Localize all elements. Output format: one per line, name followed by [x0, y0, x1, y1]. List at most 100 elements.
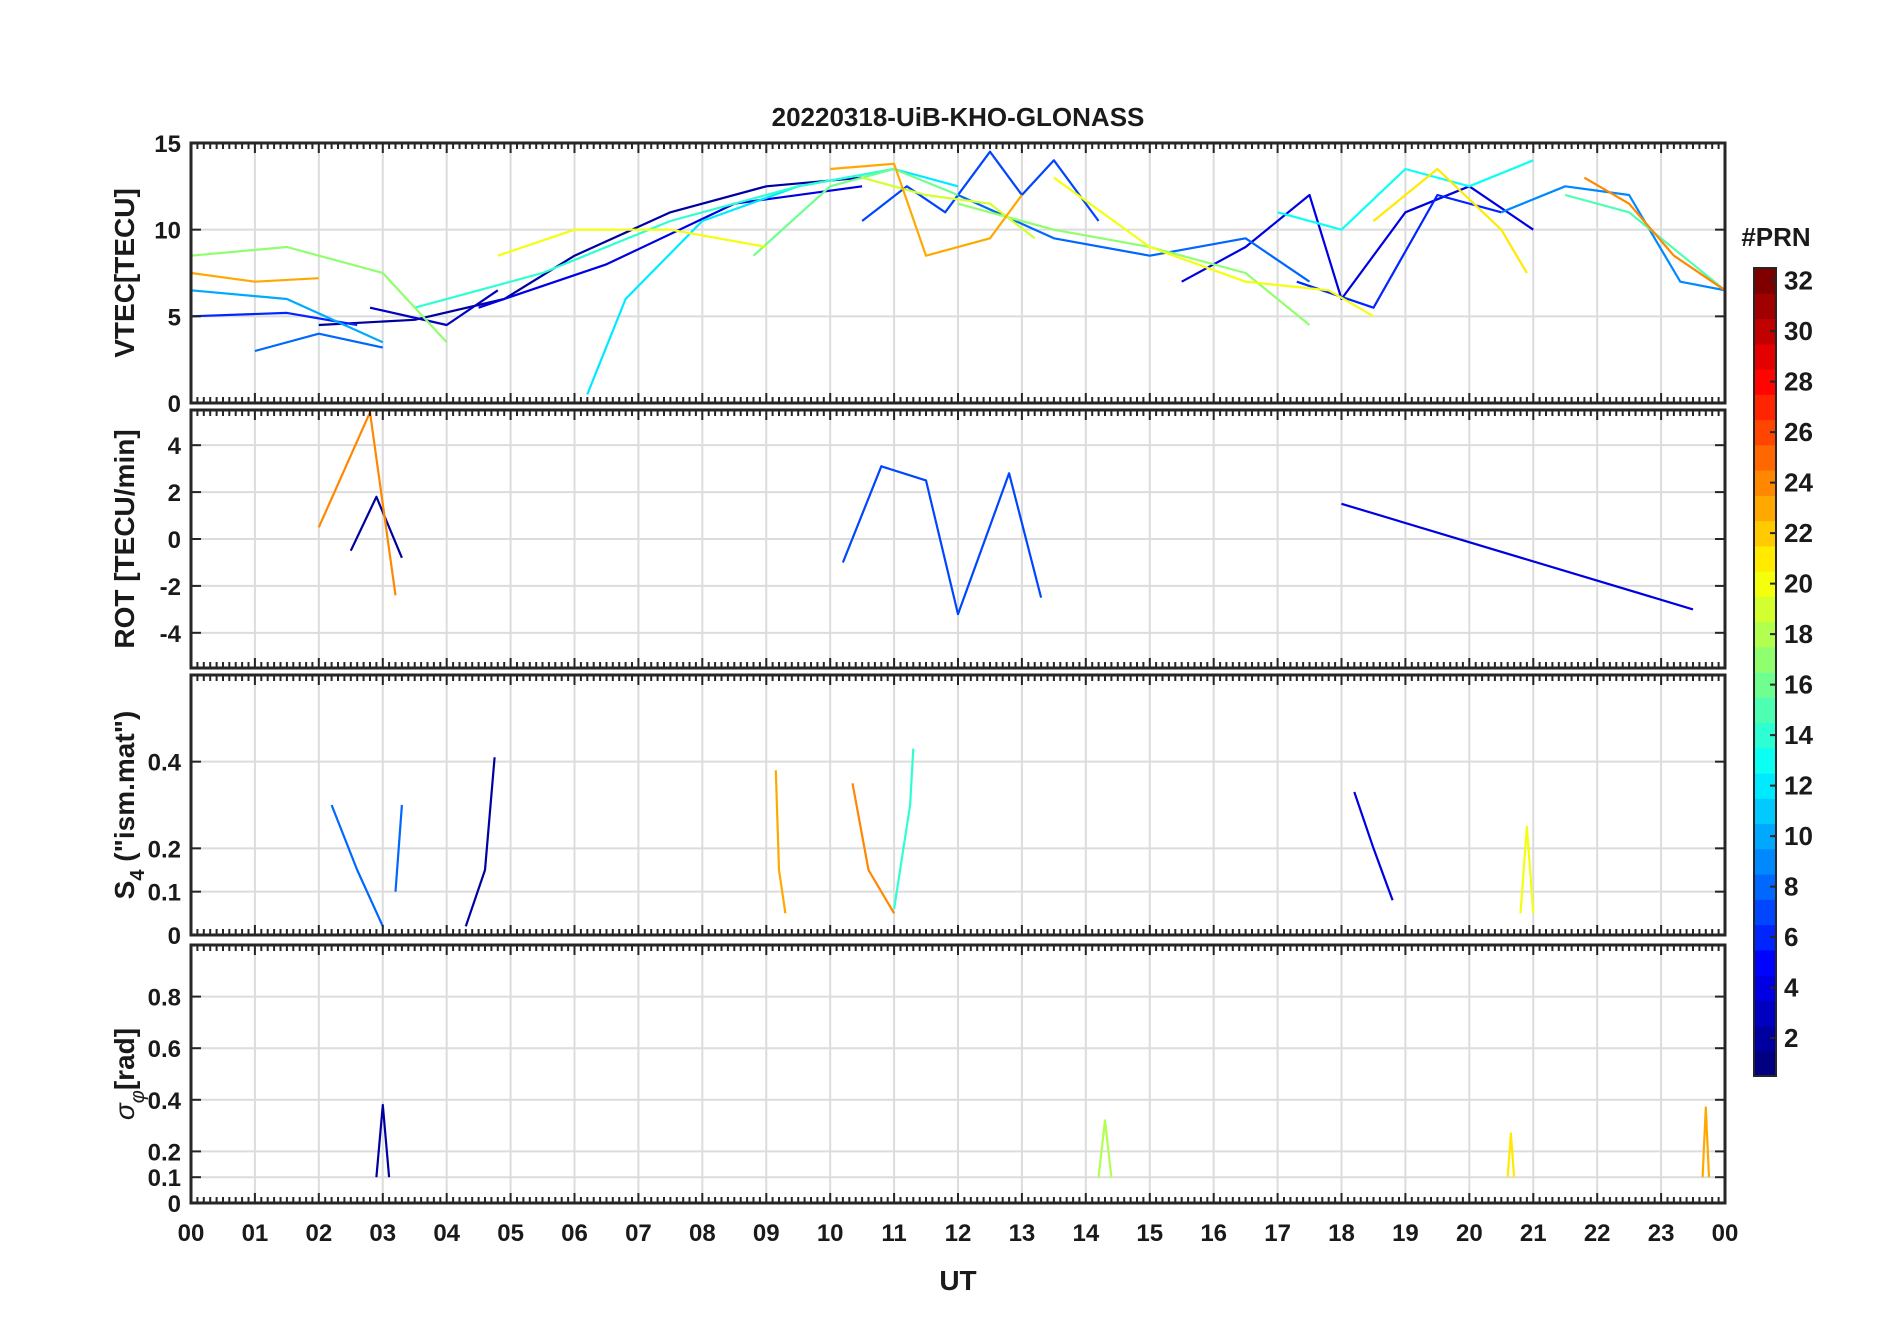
colorbar-segment — [1754, 1050, 1776, 1077]
panels: 051015VTEC[TECU]-4-2024ROT [TECU/min]00.… — [109, 131, 1738, 1247]
colorbar-tick-label: 4 — [1784, 973, 1799, 1003]
colorbar-segment — [1754, 1000, 1776, 1027]
colorbar-label: #PRN — [1741, 222, 1810, 252]
y-axis-label: ROT [TECU/min] — [109, 429, 140, 648]
x-tick-label: 12 — [945, 1220, 972, 1247]
colorbar-tick-label: 16 — [1784, 670, 1813, 700]
y-tick-label: 0.4 — [148, 750, 182, 777]
y-tick-label: 0 — [168, 527, 181, 554]
colorbar-tick-label: 28 — [1784, 367, 1813, 397]
series-line-prn-21 — [1506, 1132, 1516, 1178]
colorbar-segment — [1754, 343, 1776, 370]
y-tick-label: 4 — [168, 433, 182, 460]
colorbar-tick-label: 14 — [1784, 720, 1813, 750]
colorbar-segment — [1754, 545, 1776, 572]
y-tick-label: 0.2 — [148, 836, 181, 863]
colorbar-tick-label: 24 — [1784, 468, 1813, 498]
x-tick-label: 01 — [242, 1220, 269, 1247]
series-line-prn-14 — [893, 748, 915, 910]
series-line-prn-4 — [478, 185, 863, 309]
series-line-prn-2 — [349, 495, 403, 559]
colorbar-tick-label: 20 — [1784, 569, 1813, 599]
series-line-prn-16 — [752, 167, 959, 257]
series-line-prn-15 — [1564, 193, 1725, 292]
x-tick-label: 06 — [561, 1220, 588, 1247]
series-line-prn-21 — [1372, 167, 1528, 274]
x-tick-label: 09 — [753, 1220, 780, 1247]
y-tick-label: 0.8 — [148, 985, 181, 1012]
colorbar-tick-label: 2 — [1784, 1023, 1798, 1053]
colorbar-tick-label: 22 — [1784, 518, 1813, 548]
series-line-prn-4 — [1341, 502, 1694, 611]
y-tick-label: 10 — [154, 218, 181, 245]
y-axis-label: σφ[rad] — [109, 1028, 149, 1120]
series-line-prn-14 — [414, 167, 895, 309]
x-tick-label: 21 — [1520, 1220, 1547, 1247]
panel-4: 00.10.2 0.4 0.6 0.8 σφ[rad] — [109, 943, 1727, 1218]
series-line-prn-7 — [841, 465, 1043, 616]
chart-title: 20220318-UiB-KHO-GLONASS — [772, 102, 1145, 132]
series-line-prn-4 — [1181, 185, 1534, 301]
series-line-prn-8 — [330, 804, 384, 927]
series-line-prn-17 — [957, 202, 1311, 326]
colorbar-tick-label: 26 — [1784, 417, 1813, 447]
x-tick-label: 02 — [305, 1220, 332, 1247]
colorbar-segment — [1754, 848, 1776, 875]
colorbar-tick-label: 8 — [1784, 872, 1798, 902]
colorbar-segment — [1754, 394, 1776, 421]
colorbar: #PRN 2468101214161820222426283032 — [1741, 222, 1813, 1077]
x-tick-label: 20 — [1456, 1220, 1483, 1247]
colorbar-segment — [1754, 444, 1776, 471]
y-tick-label: -4 — [160, 621, 182, 648]
colorbar-segment — [1754, 747, 1776, 774]
y-tick-label: 0.4 — [148, 1088, 182, 1115]
y-axis-label: VTEC[TECU] — [109, 188, 140, 358]
y-tick-label: 0 — [168, 923, 181, 950]
panel-1: 0 5 10 15 VTEC[TECU] — [109, 131, 1727, 418]
y-tick-label: 0.1 — [148, 1165, 181, 1192]
x-tick-label: 08 — [689, 1220, 716, 1247]
y-tick-label: 15 — [154, 131, 181, 158]
series-line-prn-24 — [317, 411, 397, 596]
x-tick-label: 14 — [1072, 1220, 1099, 1247]
x-tick-label: 18 — [1328, 1220, 1355, 1247]
colorbar-tick-label: 12 — [1784, 771, 1813, 801]
colorbar-tick-label: 6 — [1784, 922, 1798, 952]
x-tick-label: 13 — [1009, 1220, 1036, 1247]
series-line-prn-9 — [1500, 185, 1725, 292]
series-line-prn-23 — [1701, 1106, 1711, 1178]
colorbar-segment — [1754, 949, 1776, 976]
x-axis-label: UT — [939, 1265, 976, 1296]
series-line-prn-4 — [1353, 791, 1394, 901]
x-tick-label: 11 — [881, 1220, 906, 1247]
x-tick-label: 00 — [1712, 1220, 1739, 1247]
y-tick-label: 0.2 — [148, 1139, 181, 1166]
x-tick-label: 00 — [178, 1220, 205, 1247]
y-tick-label: 0.1 — [148, 880, 181, 907]
colorbar-tick-label: 10 — [1784, 821, 1813, 851]
x-tick-label: 19 — [1392, 1220, 1419, 1247]
colorbar-segment — [1754, 899, 1776, 926]
y-axis-label: S4 ("ism.mat") — [109, 711, 149, 900]
colorbar-segment — [1754, 798, 1776, 825]
series-group — [375, 1103, 1711, 1178]
colorbar-segment — [1754, 495, 1776, 522]
series-line-prn-18 — [1097, 1119, 1113, 1178]
x-tick-label: 05 — [497, 1220, 524, 1247]
y-tick-label: 2 — [168, 480, 181, 507]
x-tick-label: 03 — [369, 1220, 396, 1247]
series-line-prn-12 — [586, 167, 959, 395]
panel-3: 0 0.1 0.2 0.4S4 ("ism.mat") — [109, 673, 1727, 950]
y-tick-label: 0.6 — [148, 1036, 181, 1063]
colorbar-segment — [1754, 596, 1776, 623]
colorbar-segment — [1754, 646, 1776, 673]
colorbar-tick-label: 32 — [1784, 266, 1813, 296]
figure: 20220318-UiB-KHO-GLONASS UT 05 10 15 VTEC[T… — [109, 102, 1813, 1296]
x-tick-label: 07 — [625, 1220, 652, 1247]
colorbar-tick-label: 18 — [1784, 619, 1813, 649]
panel-2: -4 -2 0 2 4 ROT [TECU/min] — [109, 408, 1727, 670]
series-line-prn-2 — [464, 757, 496, 927]
x-tick-label: 22 — [1584, 1220, 1611, 1247]
x-tick-label: 04 — [433, 1220, 460, 1247]
series-group — [317, 411, 1694, 616]
